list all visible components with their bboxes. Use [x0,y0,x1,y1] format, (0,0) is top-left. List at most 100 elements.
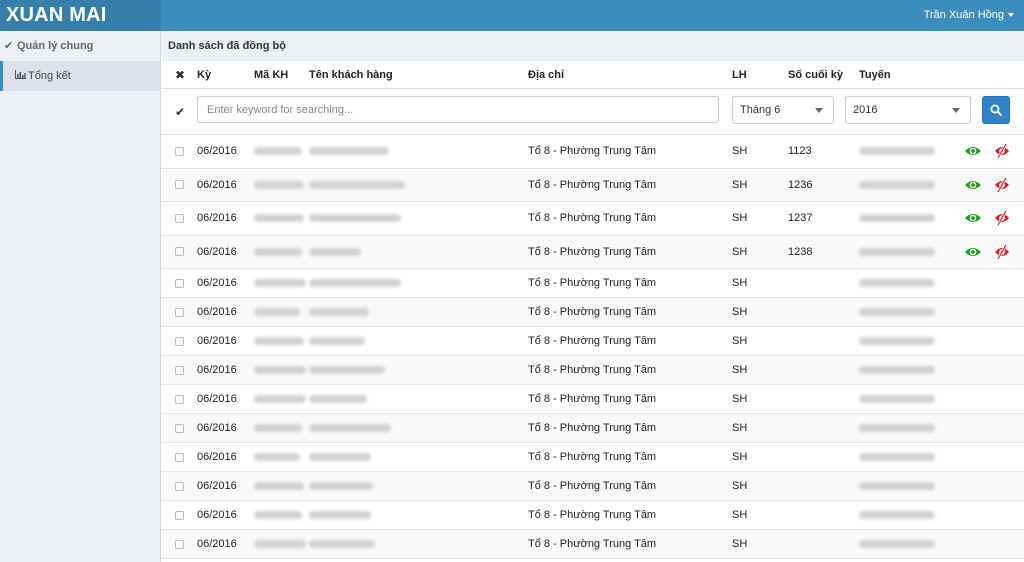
cell-dia-chi: Tổ 8 - Phường Trung Tâm [528,335,657,347]
checkbox[interactable] [175,365,184,375]
row-checkbox[interactable] [175,356,184,384]
table-header-row: ✖ Kỳ Mã KH Tên khách hàng Địa chỉ LH Số … [161,61,1024,89]
view-button[interactable] [964,135,982,168]
cell-dia-chi: Tổ 8 - Phường Trung Tâm [528,145,657,158]
chevron-down-icon [815,108,823,113]
table-row[interactable]: 06/2016 Tổ 8 - Phường Trung Tâm SH [161,385,1024,414]
cell-ky: 06/2016 [197,538,237,550]
sidebar-item-tong-ket[interactable]: Tổng kết [0,61,160,91]
checkbox[interactable] [175,146,184,156]
cell-tuyen-redacted [859,472,935,500]
app-brand[interactable]: XUAN MAI [0,0,161,31]
row-checkbox[interactable] [175,385,184,413]
row-checkbox[interactable] [175,501,184,529]
checkbox[interactable] [175,452,184,462]
clear-selection-icon[interactable]: ✖ [175,61,185,88]
row-checkbox[interactable] [175,443,184,471]
table-row[interactable]: 06/2016 Tổ 8 - Phường Trung Tâm SH [161,443,1024,472]
cell-tuyen-redacted [859,414,935,442]
delete-button[interactable] [993,169,1011,202]
view-button[interactable] [964,236,982,269]
cell-ky: 06/2016 [197,335,237,347]
delete-icon [995,244,1009,260]
cell-dia-chi: Tổ 8 - Phường Trung Tâm [528,277,657,289]
cell-dia-chi: Tổ 8 - Phường Trung Tâm [528,451,657,463]
cell-so-cuoi-ky: 1123 [788,145,812,158]
column-header-ten-khach-hang[interactable]: Tên khách hàng [309,61,393,88]
column-header-lh[interactable]: LH [732,61,747,88]
row-checkbox[interactable] [175,202,184,235]
column-header-ma-kh[interactable]: Mã KH [254,61,288,88]
cell-ky: 06/2016 [197,451,237,463]
table-row[interactable]: 06/2016 Tổ 8 - Phường Trung Tâm SH 1236 [161,168,1024,202]
sidebar-item-quan-ly-chung[interactable]: ✔ Quản lý chung [0,31,160,61]
checkbox[interactable] [175,481,184,491]
checkbox[interactable] [175,510,184,520]
table-row[interactable]: 06/2016 Tổ 8 - Phường Trung Tâm SH [161,356,1024,385]
delete-button[interactable] [993,135,1011,168]
cell-ten-kh-redacted [309,327,365,355]
cell-lh: SH [732,480,748,492]
delete-button[interactable] [993,202,1011,235]
checkbox[interactable] [175,336,184,346]
column-header-so-cuoi-ky[interactable]: Số cuối kỳ [788,61,843,88]
user-menu[interactable]: Trần Xuân Hồng [924,0,1014,31]
table-row[interactable]: 06/2016 Tổ 8 - Phường Trung Tâm SH 1237 [161,202,1024,236]
checkbox[interactable] [175,307,184,317]
row-checkbox[interactable] [175,472,184,500]
table-row[interactable]: 06/2016 Tổ 8 - Phường Trung Tâm SH [161,530,1024,559]
select-all-check-icon[interactable]: ✔ [175,89,185,134]
cell-dia-chi: Tổ 8 - Phường Trung Tâm [528,245,657,258]
cell-lh: SH [732,509,748,521]
row-checkbox[interactable] [175,414,184,442]
month-select[interactable]: Tháng 6 [732,96,834,124]
table-row[interactable]: 06/2016 Tổ 8 - Phường Trung Tâm SH 1123 [161,135,1024,169]
search-button[interactable] [982,96,1010,124]
column-header-dia-chi[interactable]: Địa chỉ [528,61,564,88]
row-checkbox[interactable] [175,135,184,168]
cell-dia-chi: Tổ 8 - Phường Trung Tâm [528,364,657,376]
cell-so-cuoi-ky: 1237 [788,212,813,225]
cell-ma-kh-redacted [254,443,300,471]
column-header-tuyen[interactable]: Tuyến [859,61,891,88]
cell-ten-kh-redacted [309,414,391,442]
checkbox[interactable] [175,539,184,549]
table-row[interactable]: 06/2016 Tổ 8 - Phường Trung Tâm SH [161,472,1024,501]
cell-tuyen-redacted [859,385,935,413]
table-row[interactable]: 06/2016 Tổ 8 - Phường Trung Tâm SH [161,327,1024,356]
view-button[interactable] [964,169,982,202]
checkbox[interactable] [175,278,184,288]
cell-lh: SH [732,212,748,225]
cell-lh: SH [732,364,748,376]
table-row[interactable]: 06/2016 Tổ 8 - Phường Trung Tâm SH [161,269,1024,298]
row-checkbox[interactable] [175,327,184,355]
checkbox[interactable] [175,180,184,190]
row-checkbox[interactable] [175,169,184,202]
cell-lh: SH [732,422,748,434]
table-row[interactable]: 06/2016 Tổ 8 - Phường Trung Tâm SH 1238 [161,235,1024,269]
cell-ky: 06/2016 [197,509,237,521]
cell-ten-kh-redacted [309,443,371,471]
cell-ma-kh-redacted [254,356,306,384]
cell-ky: 06/2016 [197,212,237,225]
page-title: Danh sách đã đồng bộ [161,31,1024,61]
column-header-ky[interactable]: Kỳ [197,61,211,88]
row-checkbox[interactable] [175,530,184,558]
row-checkbox[interactable] [175,236,184,269]
cell-ky: 06/2016 [197,306,237,318]
table-row[interactable]: 06/2016 Tổ 8 - Phường Trung Tâm SH [161,298,1024,327]
checkbox[interactable] [175,213,184,223]
row-checkbox[interactable] [175,269,184,297]
year-select[interactable]: 2016 [845,96,971,124]
table-row[interactable]: 06/2016 Tổ 8 - Phường Trung Tâm SH [161,501,1024,530]
cell-lh: SH [732,393,748,405]
table-row[interactable]: 06/2016 Tổ 8 - Phường Trung Tâm SH [161,414,1024,443]
checkbox[interactable] [175,247,184,257]
row-checkbox[interactable] [175,298,184,326]
checkbox[interactable] [175,423,184,433]
delete-button[interactable] [993,236,1011,269]
search-input[interactable] [197,96,719,123]
checkbox[interactable] [175,394,184,404]
cell-so-cuoi-ky: 1236 [788,178,813,191]
view-button[interactable] [964,202,982,235]
